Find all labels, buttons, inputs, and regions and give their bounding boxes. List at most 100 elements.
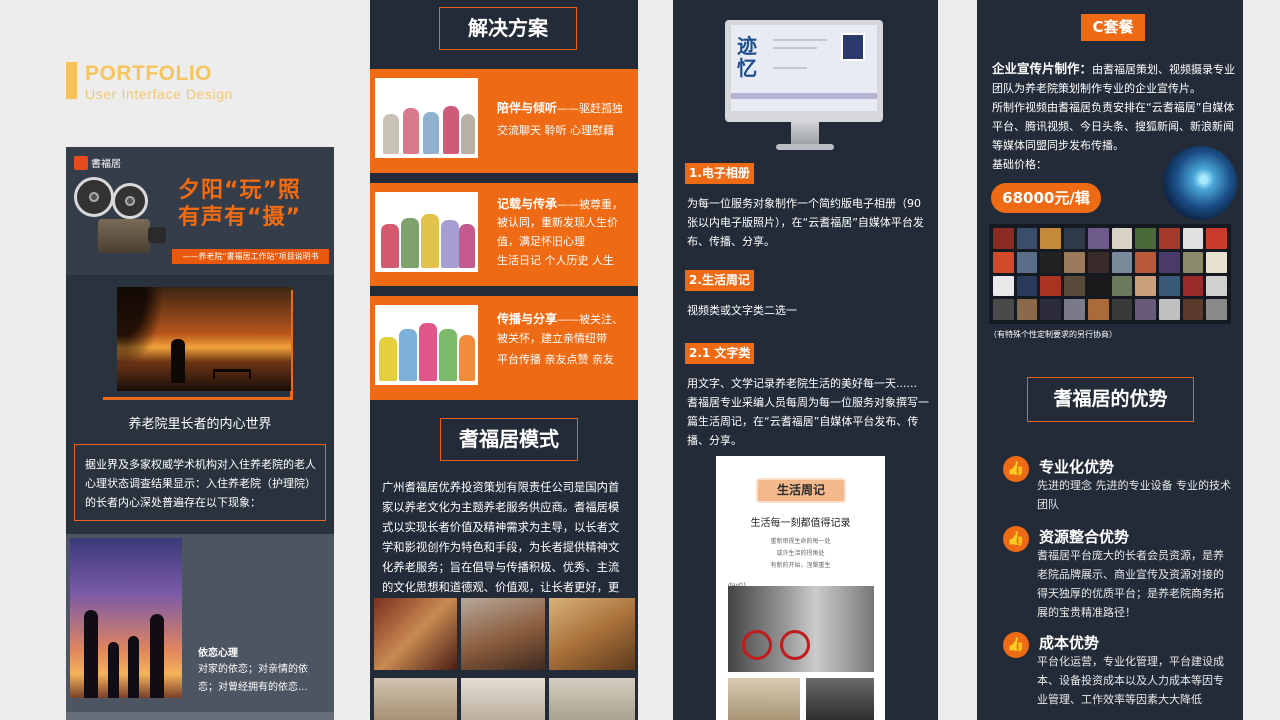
journal-line: 有新的开始，涅槃重生 bbox=[770, 562, 831, 569]
cover-headline: 夕阳“玩”照 有声有“摄” bbox=[178, 177, 301, 231]
screen-rail bbox=[731, 93, 877, 99]
video-thumbnail bbox=[1016, 228, 1038, 249]
portfolio-subtitle: User Interface Design bbox=[85, 86, 233, 102]
price-label: 基础价格： bbox=[992, 158, 1047, 171]
video-thumbnail bbox=[993, 251, 1014, 273]
package-distribution-text: 所制作视频由耆福居负责安排在“云耆福居”自媒体平台、腾讯视频、今日头条、搜狐新闻… bbox=[992, 101, 1235, 152]
attachment-heading: 依恋心理 bbox=[198, 648, 238, 659]
video-thumbnail bbox=[1040, 228, 1062, 249]
video-thumbnail bbox=[1135, 299, 1156, 320]
video-thumbnail bbox=[1016, 299, 1038, 320]
feature-title-main: 记载与传承 bbox=[497, 197, 558, 211]
sunset-photo bbox=[117, 287, 291, 391]
screen-text-line bbox=[773, 67, 807, 69]
video-thumbnail bbox=[1135, 251, 1156, 273]
video-thumbnail bbox=[1111, 228, 1133, 249]
psychology-section: 依恋心理 对家的依恋；对亲情的依恋；对曾经拥有的依恋... bbox=[66, 534, 334, 712]
brand-logo: 書福居 bbox=[74, 155, 121, 170]
person-figure bbox=[381, 224, 399, 268]
feature-text: 交流聊天 聆听 心理慰藉 bbox=[497, 124, 614, 137]
video-thumbnail bbox=[1206, 275, 1227, 297]
video-thumbnail bbox=[1135, 275, 1156, 297]
video-thumbnail bbox=[1182, 228, 1204, 249]
video-thumbnail bbox=[993, 275, 1014, 297]
feature-title-main: 陪伴与倾听 bbox=[497, 101, 558, 115]
video-thumbnail bbox=[1158, 275, 1180, 297]
feature-title: 传播与分享——被关注、 bbox=[497, 310, 623, 327]
video-thumbnail bbox=[1040, 275, 1062, 297]
advantage-title: 资源整合优势 bbox=[1039, 528, 1130, 546]
video-thumbnail bbox=[993, 228, 1014, 249]
person-figure bbox=[459, 224, 475, 268]
video-thumbnail bbox=[1111, 275, 1133, 297]
person-figure bbox=[461, 114, 475, 154]
advantage-text: 先进的理念 先进的专业设备 专业的技术团队 bbox=[1037, 479, 1231, 511]
screen-text-line bbox=[773, 39, 827, 41]
feature-title-main: 传播与分享 bbox=[497, 312, 558, 326]
film-reel-icon bbox=[112, 183, 148, 219]
person-figure bbox=[443, 106, 459, 154]
monitor-mockup: 迹忆 bbox=[725, 20, 883, 122]
video-thumbnail bbox=[1016, 251, 1038, 273]
screen-title: 迹忆 bbox=[737, 34, 757, 80]
video-thumbnail bbox=[993, 299, 1014, 320]
portfolio-title: PORTFOLIO bbox=[85, 62, 212, 85]
video-thumbnail bbox=[1182, 299, 1204, 320]
video-thumbnail bbox=[1158, 251, 1180, 273]
video-thumbnail bbox=[1206, 251, 1227, 273]
journal-heading: 生活每一刻都值得记录 bbox=[750, 518, 851, 529]
advantages-title: 耆福居的优势 bbox=[1027, 377, 1194, 422]
model-text: 广州耆福居优养投资策划有限责任公司是国内首家以养老文化为主题养老服务供应商。耆福… bbox=[382, 481, 620, 614]
screen-text-line bbox=[773, 47, 817, 49]
service-tag-weekly: 2.生活周记 bbox=[685, 270, 754, 291]
price-badge: 68000元/辑 bbox=[991, 183, 1101, 213]
feature-title: 记载与传承——被尊重， bbox=[497, 195, 623, 212]
video-thumbnail bbox=[1206, 228, 1227, 249]
person-figure bbox=[403, 108, 419, 154]
projector-icon bbox=[98, 219, 150, 253]
survey-box: 据业界及多家权威学术机构对入住养老院的老人心理状态调查结果显示：入住养老院（护理… bbox=[74, 444, 326, 521]
video-thumbnail bbox=[1158, 228, 1180, 249]
video-thumbnail bbox=[1158, 299, 1180, 320]
journal-line: 或许生活的拐角处 bbox=[776, 550, 825, 557]
person-figure bbox=[399, 329, 417, 381]
cover-headline-line2: 有声有“摄” bbox=[178, 205, 301, 230]
feature-title-suffix: ——被尊重， bbox=[557, 198, 624, 211]
video-thumbnail bbox=[1040, 251, 1062, 273]
film-reel-icon bbox=[74, 177, 114, 217]
video-thumbnail bbox=[1111, 299, 1133, 320]
feature-title-suffix: ——驱赶孤独 bbox=[557, 102, 624, 115]
cover-tagline: ——养老院“書福居工作站”项目说明书 bbox=[172, 249, 329, 264]
person-figure bbox=[379, 337, 397, 381]
portrait-photo bbox=[841, 33, 865, 61]
portfolio-page: PORTFOLIO User Interface Design 書福居 夕阳“玩… bbox=[0, 0, 1280, 720]
video-thumbnail bbox=[1182, 251, 1204, 273]
video-wall-grid bbox=[989, 224, 1231, 324]
monitor-base bbox=[776, 144, 834, 150]
feature-card: 传播与分享——被关注、 被关怀，建立亲情纽带 平台传播 亲友点赞 亲友 bbox=[370, 296, 638, 400]
bicycle-wheel-icon bbox=[742, 630, 772, 660]
elders-photo bbox=[375, 78, 478, 158]
monitor-stand bbox=[791, 122, 819, 144]
thumbs-up-icon: 👍 bbox=[1003, 632, 1029, 658]
feature-card: 陪伴与倾听——驱赶孤独 交流聊天 聆听 心理慰藉 bbox=[370, 69, 638, 173]
advantage-text: 耆福居平台庞大的长者会员资源，是养老院品牌展示、商业宣传及资源对接的得天独厚的优… bbox=[1037, 549, 1224, 619]
video-thumbnail bbox=[1064, 251, 1085, 273]
advantage-text: 平台化运营，专业化管理，平台建设成本、设备投资成本以及人力成本等因专业管理、工作… bbox=[1037, 655, 1224, 706]
person-figure bbox=[459, 335, 475, 381]
figure-silhouette bbox=[128, 636, 139, 698]
room-photo bbox=[549, 598, 635, 670]
package-lead-title: 企业宣传片制作： bbox=[992, 61, 1093, 76]
figure-silhouette bbox=[108, 642, 119, 698]
advantage-title: 成本优势 bbox=[1039, 634, 1100, 652]
video-thumbnail bbox=[1182, 275, 1204, 297]
weekly-journal-mockup: 生活周记 生活每一刻都值得记录 重新审视生命的每一处 或许生活的拐角处 有新的开… bbox=[716, 456, 885, 720]
monitor-screen: 迹忆 bbox=[731, 25, 877, 111]
panel-package: C套餐 企业宣传片制作：由耆福居策划、视频摄录专业团队为养老院策划制作专业的企业… bbox=[977, 0, 1243, 720]
photo-caption: 养老院里长者的内心世界 bbox=[128, 417, 272, 432]
video-thumbnail bbox=[1135, 228, 1156, 249]
person-figure bbox=[439, 329, 457, 381]
house-icon bbox=[74, 155, 88, 170]
room-photo bbox=[461, 598, 545, 670]
person-figure bbox=[419, 323, 437, 381]
